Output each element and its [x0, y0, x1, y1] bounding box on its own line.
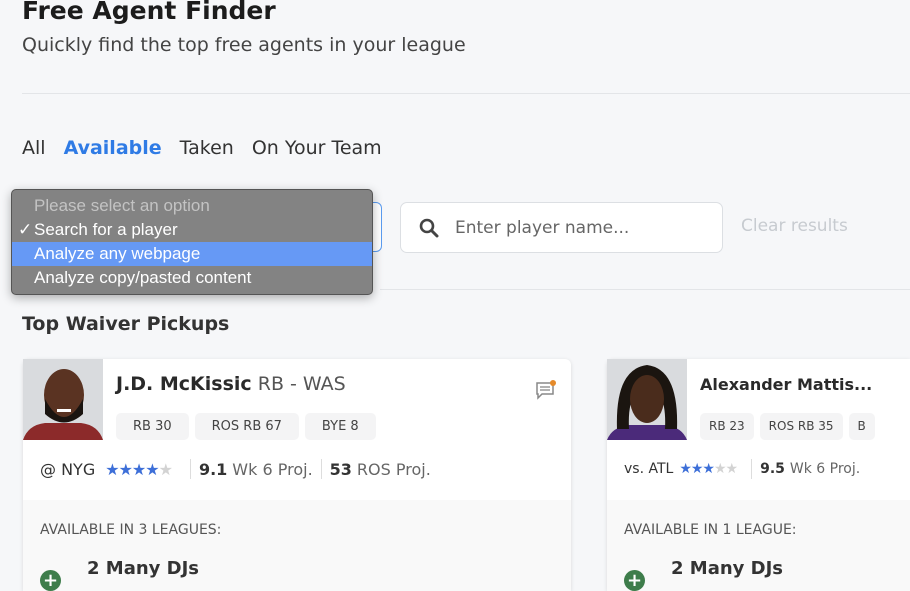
note-icon[interactable] [535, 379, 557, 401]
dropdown-option-analyze-webpage[interactable]: Analyze any webpage [12, 242, 372, 266]
rating-stars: ★★★★★ [105, 459, 173, 479]
week-projection-label: Wk 6 Proj. [789, 461, 861, 477]
rank-badge: RB 30 [116, 413, 189, 440]
section-title: Top Waiver Pickups [22, 313, 230, 335]
tab-available[interactable]: Available [64, 137, 162, 159]
dropdown-placeholder: Please select an option [34, 196, 210, 215]
player-card[interactable]: Alexander Mattis... RB 23 ROS RB 35 B vs… [607, 359, 910, 591]
option-label: Search for a player [34, 220, 178, 239]
add-player-icon[interactable]: + [624, 570, 645, 591]
filter-tabs: All Available Taken On Your Team [22, 137, 382, 159]
mode-dropdown-menu: Please select an option ✓ Search for a pl… [11, 189, 373, 295]
opponent: vs. ATL [624, 461, 674, 477]
rating-stars: ★★★★★ [679, 461, 738, 477]
bye-badge: BYE 8 [304, 413, 376, 440]
week-projection-label: Wk 6 Proj. [232, 459, 313, 479]
tab-taken[interactable]: Taken [180, 137, 234, 159]
ros-projection: 53 [329, 459, 352, 479]
player-search [400, 202, 723, 253]
page-title: Free Agent Finder [22, 0, 276, 25]
league-name: 2 Many DJs [671, 558, 784, 579]
clear-results-button[interactable]: Clear results [741, 216, 848, 236]
dropdown-option-search-player[interactable]: ✓ Search for a player [12, 218, 372, 242]
player-name-input[interactable] [455, 217, 705, 238]
add-player-icon[interactable]: + [40, 570, 61, 591]
player-photo [607, 359, 687, 440]
league-name: 2 Many DJs [87, 558, 200, 579]
ros-rank-badge: ROS RB 35 [759, 413, 843, 440]
tab-on-your-team[interactable]: On Your Team [252, 137, 382, 159]
player-card[interactable]: J.D. McKissic RB - WAS RB 30 ROS RB 67 B… [23, 359, 571, 591]
page-subtitle: Quickly find the top free agents in your… [22, 34, 466, 56]
dropdown-option-analyze-pasted[interactable]: Analyze copy/pasted content [12, 266, 372, 290]
availability-section: AVAILABLE IN 3 LEAGUES: + 2 Many DJs [23, 500, 571, 591]
availability-label: AVAILABLE IN 1 LEAGUE: [624, 522, 797, 538]
week-projection: 9.5 [760, 461, 785, 477]
availability-label: AVAILABLE IN 3 LEAGUES: [40, 522, 222, 538]
bye-badge: B [848, 413, 875, 440]
week-projection: 9.1 [198, 459, 228, 479]
check-icon: ✓ [18, 220, 33, 239]
player-name[interactable]: J.D. McKissic RB - WAS [116, 373, 346, 395]
availability-section: AVAILABLE IN 1 LEAGUE: + 2 Many DJs [607, 500, 910, 591]
rank-badge: RB 23 [700, 413, 754, 440]
search-icon [419, 218, 439, 237]
divider [380, 289, 910, 290]
ros-rank-badge: ROS RB 67 [194, 413, 299, 440]
player-photo [23, 359, 103, 440]
player-name[interactable]: Alexander Mattis... [700, 375, 872, 394]
opponent: @ NYG [40, 459, 96, 479]
divider [22, 93, 910, 94]
ros-projection-label: ROS Proj. [356, 459, 431, 479]
player-position-team: RB - WAS [257, 373, 346, 395]
tab-all[interactable]: All [22, 137, 46, 159]
